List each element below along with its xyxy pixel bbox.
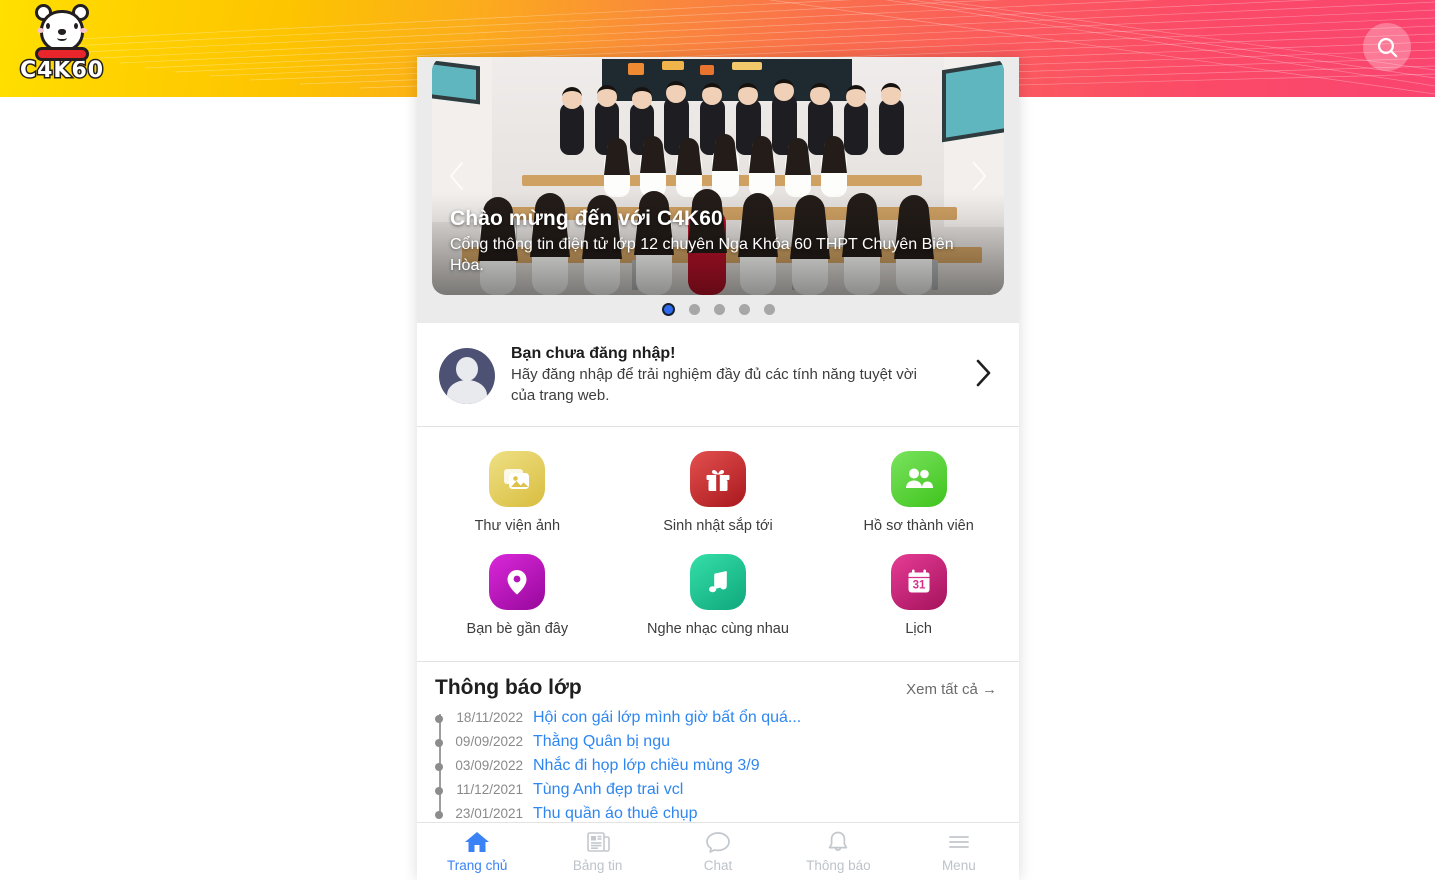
carousel-dot-4[interactable] [738,303,750,315]
chevron-left-icon [450,162,463,190]
search-icon [1377,37,1397,57]
calendar-icon: 31 [890,554,947,611]
location-pin-icon [489,554,546,611]
nav-label: Bảng tin [572,858,623,873]
shortcut-label: Lịch [905,621,932,638]
shortcut-label: Nghe nhạc cùng nhau [647,621,789,638]
polar-bear-logo-icon [33,4,91,62]
gift-icon [689,451,746,508]
carousel-slide[interactable]: Chào mừng đến với C4K60 Cổng thông tin đ… [432,57,1004,295]
people-icon [890,451,947,508]
see-all-label: Xem tất cả [906,681,978,699]
nav-label: Trang chủ [447,858,508,873]
bottom-navigation: Trang chủ Bảng tin Chat Thông báo Menu [417,822,1019,880]
announcements-section: Thông báo lớp Xem tất cả → 18/11/2022 Hộ… [417,662,1019,837]
login-prompt-text: Bạn chưa đăng nhập! Hãy đăng nhập để trả… [511,345,957,406]
app-root: C4K60 Chào mừng đến với C4K60 Cổng thông… [0,0,1435,880]
announcement-title[interactable]: Nhắc đi họp lớp chiều mùng 3/9 [533,757,760,775]
nav-item-trang-chu[interactable]: Trang chủ [417,830,537,873]
login-prompt-arrow[interactable] [973,358,999,393]
hero-carousel: Chào mừng đến với C4K60 Cổng thông tin đ… [417,57,1019,323]
home-icon [465,832,490,852]
music-note-icon [689,554,746,611]
nav-item-bang-tin[interactable]: Bảng tin [537,830,657,873]
announcement-date: 23/01/2021 [455,806,523,822]
announcement-item[interactable]: 11/12/2021 Tùng Anh đẹp trai vcl [435,778,999,802]
default-avatar [439,347,495,404]
carousel-caption: Chào mừng đến với C4K60 Cổng thông tin đ… [432,192,1004,295]
announcement-date: 03/09/2022 [455,758,523,774]
login-prompt-card[interactable]: Bạn chưa đăng nhập! Hãy đăng nhập để trả… [417,323,1019,428]
search-button[interactable] [1363,23,1411,71]
announcements-timeline: 18/11/2022 Hội con gái lớp mình giờ bất … [433,706,999,826]
carousel-dot-3[interactable] [713,303,725,315]
shortcut-ban-be-gan-day[interactable]: Bạn bè gần đây [417,550,618,643]
nav-item-chat[interactable]: Chat [658,830,778,873]
carousel-subtitle: Cổng thông tin điện tử lớp 12 chuyên Nga… [450,235,954,275]
bell-icon [829,831,848,851]
announcement-item[interactable]: 18/11/2022 Hội con gái lớp mình giờ bất … [435,706,999,730]
timeline-bullet-icon [435,811,443,820]
shortcut-sinh-nhat-sap-toi[interactable]: Sinh nhật sắp tới [618,447,819,540]
announcement-date: 09/09/2022 [455,734,523,750]
shortcut-ho-so-thanh-vien[interactable]: Hồ sơ thành viên [818,447,1019,540]
announcement-item[interactable]: 03/09/2022 Nhắc đi họp lớp chiều mùng 3/… [435,754,999,778]
shortcut-lich[interactable]: 31 Lịch [818,550,1019,643]
hamburger-menu-icon [948,836,969,848]
announcements-header: Thông báo lớp Xem tất cả → [433,676,999,706]
carousel-dot-5[interactable] [763,303,775,315]
timeline-bullet-icon [435,787,443,796]
chat-bubble-icon [706,832,730,853]
shortcut-label: Hồ sơ thành viên [863,518,974,535]
login-prompt-subtitle: Hãy đăng nhập để trải nghiệm đầy đủ các … [511,366,917,404]
login-prompt-title: Bạn chưa đăng nhập! [511,345,676,362]
shortcut-label: Bạn bè gần đây [466,621,569,638]
logo-text: C4K60 [18,58,105,83]
nav-item-menu[interactable]: Menu [899,830,1019,873]
announcement-title[interactable]: Hội con gái lớp mình giờ bất ổn quá... [533,709,801,727]
newspaper-icon [586,832,610,852]
timeline-bullet-icon [435,763,443,772]
nav-label: Thông báo [806,858,871,873]
site-logo[interactable]: C4K60 [18,4,105,88]
shortcut-grid: Thư viện ảnh Sinh nhật sắp tới Hồ sơ thà… [417,427,1019,663]
see-all-link[interactable]: Xem tất cả → [906,681,997,698]
arrow-right-icon: → [982,681,997,699]
photo-library-icon [489,451,546,508]
carousel-dot-2[interactable] [688,303,700,315]
nav-label: Chat [703,858,733,873]
carousel-dots [417,295,1019,323]
timeline-bullet-icon [435,739,443,748]
shortcut-label: Thư viện ảnh [474,518,561,535]
announcement-title[interactable]: Thằng Quân bị ngu [533,733,670,751]
announcement-title[interactable]: Tùng Anh đẹp trai vcl [533,781,683,799]
carousel-dot-1[interactable] [661,302,675,316]
announcement-date: 18/11/2022 [456,710,523,726]
shortcut-nghe-nhac-cung-nhau[interactable]: Nghe nhạc cùng nhau [618,550,819,643]
chevron-right-icon [976,359,991,387]
nav-label: Menu [941,858,976,873]
chevron-right-icon [973,162,986,190]
svg-text:31: 31 [912,580,925,592]
shortcut-label: Sinh nhật sắp tới [663,518,773,535]
carousel-title: Chào mừng đến với C4K60 [450,206,723,230]
timeline-bullet-icon [435,715,443,724]
announcement-item[interactable]: 09/09/2022 Thằng Quân bị ngu [435,730,999,754]
announcement-date: 11/12/2021 [456,782,523,798]
announcements-title: Thông báo lớp [435,676,582,700]
announcement-title[interactable]: Thu quần áo thuê chụp [533,805,698,823]
shortcut-thu-vien-anh[interactable]: Thư viện ảnh [417,447,618,540]
page-content: Chào mừng đến với C4K60 Cổng thông tin đ… [417,57,1019,880]
nav-item-thong-bao[interactable]: Thông báo [778,830,898,873]
